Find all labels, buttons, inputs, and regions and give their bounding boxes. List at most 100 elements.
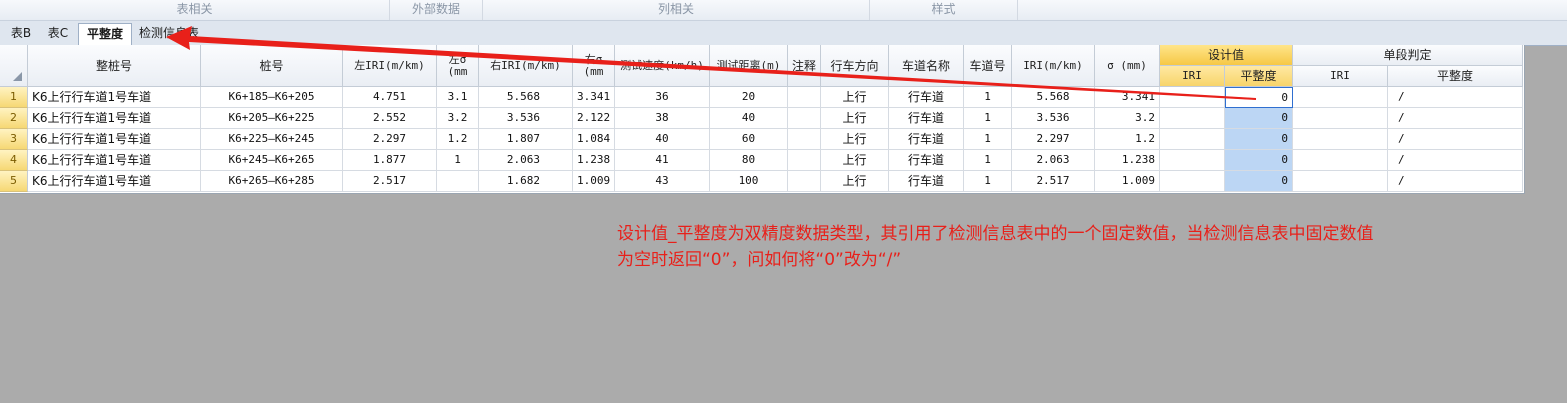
cell-judgment-flatness[interactable]: / <box>1388 108 1523 129</box>
cell-iri[interactable]: 2.297 <box>1012 129 1095 150</box>
ribbon-group-style[interactable]: 样式 <box>870 0 1018 20</box>
cell-right-sigma[interactable]: 3.341 <box>573 87 615 108</box>
ribbon-group-external-data[interactable]: 外部数据 <box>390 0 483 20</box>
header-iri[interactable]: IRI(m/km) <box>1012 45 1095 87</box>
tab-table-c[interactable]: 表C <box>42 23 74 44</box>
cell-design-flatness[interactable]: 0 <box>1225 87 1293 108</box>
cell-sigma[interactable]: 3.2 <box>1095 108 1160 129</box>
header-group-design-value[interactable]: 设计值 <box>1160 45 1293 66</box>
header-zhuanghao[interactable]: 桩号 <box>201 45 343 87</box>
header-left-iri[interactable]: 左IRI(m/km) <box>343 45 437 87</box>
cell-lane-name[interactable]: 行车道 <box>889 171 964 192</box>
cell-right-sigma[interactable]: 1.238 <box>573 150 615 171</box>
cell-left-sigma[interactable]: 1 <box>437 150 479 171</box>
cell-right-sigma[interactable]: 1.009 <box>573 171 615 192</box>
cell-zhuanghao[interactable]: K6+185—K6+205 <box>201 87 343 108</box>
row-number[interactable]: 2 <box>0 108 28 129</box>
cell-judgment-iri[interactable] <box>1293 129 1388 150</box>
cell-test-distance[interactable]: 20 <box>710 87 788 108</box>
cell-zhuanghao[interactable]: K6+225—K6+245 <box>201 129 343 150</box>
cell-judgment-iri[interactable] <box>1293 108 1388 129</box>
cell-sigma[interactable]: 1.238 <box>1095 150 1160 171</box>
header-lane-name[interactable]: 车道名称 <box>889 45 964 87</box>
cell-lane-number[interactable]: 1 <box>964 171 1012 192</box>
cell-design-flatness[interactable]: 0 <box>1225 171 1293 192</box>
header-judgment-flatness[interactable]: 平整度 <box>1388 66 1523 87</box>
cell-remark[interactable] <box>788 171 821 192</box>
cell-right-iri[interactable]: 5.568 <box>479 87 573 108</box>
cell-right-iri[interactable]: 1.682 <box>479 171 573 192</box>
cell-design-flatness[interactable]: 0 <box>1225 108 1293 129</box>
cell-right-iri[interactable]: 1.807 <box>479 129 573 150</box>
cell-lane-name[interactable]: 行车道 <box>889 87 964 108</box>
cell-left-iri[interactable]: 1.877 <box>343 150 437 171</box>
cell-right-sigma[interactable]: 2.122 <box>573 108 615 129</box>
cell-judgment-iri[interactable] <box>1293 171 1388 192</box>
cell-lane-number[interactable]: 1 <box>964 87 1012 108</box>
cell-judgment-iri[interactable] <box>1293 150 1388 171</box>
ribbon-group-table[interactable]: 表相关 <box>0 0 390 20</box>
cell-sigma[interactable]: 3.341 <box>1095 87 1160 108</box>
cell-remark[interactable] <box>788 150 821 171</box>
header-direction[interactable]: 行车方向 <box>821 45 889 87</box>
select-all-corner[interactable] <box>0 45 28 87</box>
cell-judgment-flatness[interactable]: / <box>1388 150 1523 171</box>
cell-left-iri[interactable]: 2.297 <box>343 129 437 150</box>
cell-left-iri[interactable]: 2.517 <box>343 171 437 192</box>
cell-direction[interactable]: 上行 <box>821 129 889 150</box>
tab-table-b[interactable]: 表B <box>6 23 36 44</box>
cell-lane-number[interactable]: 1 <box>964 150 1012 171</box>
cell-judgment-flatness[interactable]: / <box>1388 87 1523 108</box>
cell-remark[interactable] <box>788 129 821 150</box>
cell-iri[interactable]: 3.536 <box>1012 108 1095 129</box>
cell-remark[interactable] <box>788 87 821 108</box>
header-lane-number[interactable]: 车道号 <box>964 45 1012 87</box>
cell-sigma[interactable]: 1.009 <box>1095 171 1160 192</box>
cell-lane-number[interactable]: 1 <box>964 108 1012 129</box>
cell-direction[interactable]: 上行 <box>821 87 889 108</box>
cell-right-iri[interactable]: 2.063 <box>479 150 573 171</box>
header-design-iri[interactable]: IRI <box>1160 66 1225 87</box>
cell-left-iri[interactable]: 2.552 <box>343 108 437 129</box>
cell-test-speed[interactable]: 43 <box>615 171 710 192</box>
cell-lane-name[interactable]: 行车道 <box>889 108 964 129</box>
cell-design-iri[interactable] <box>1160 171 1225 192</box>
cell-test-distance[interactable]: 40 <box>710 108 788 129</box>
cell-right-iri[interactable]: 3.536 <box>479 108 573 129</box>
cell-zhuanghao[interactable]: K6+245—K6+265 <box>201 150 343 171</box>
cell-left-sigma[interactable]: 1.2 <box>437 129 479 150</box>
cell-zhengzhuanghao[interactable]: K6上行行车道1号车道 <box>28 150 201 171</box>
cell-test-distance[interactable]: 100 <box>710 171 788 192</box>
header-remark[interactable]: 注释 <box>788 45 821 87</box>
cell-remark[interactable] <box>788 108 821 129</box>
cell-lane-name[interactable]: 行车道 <box>889 129 964 150</box>
cell-direction[interactable]: 上行 <box>821 171 889 192</box>
cell-left-iri[interactable]: 4.751 <box>343 87 437 108</box>
cell-test-speed[interactable]: 40 <box>615 129 710 150</box>
cell-iri[interactable]: 2.063 <box>1012 150 1095 171</box>
cell-design-iri[interactable] <box>1160 87 1225 108</box>
header-test-speed[interactable]: 测试速度(km/h) <box>615 45 710 87</box>
cell-design-flatness[interactable]: 0 <box>1225 129 1293 150</box>
cell-lane-name[interactable]: 行车道 <box>889 150 964 171</box>
row-number[interactable]: 5 <box>0 171 28 192</box>
tab-flatness[interactable]: 平整度 <box>78 23 132 45</box>
cell-left-sigma[interactable] <box>437 171 479 192</box>
cell-test-distance[interactable]: 80 <box>710 150 788 171</box>
cell-judgment-iri[interactable] <box>1293 87 1388 108</box>
cell-zhengzhuanghao[interactable]: K6上行行车道1号车道 <box>28 87 201 108</box>
header-design-flatness[interactable]: 平整度 <box>1225 66 1293 87</box>
cell-zhengzhuanghao[interactable]: K6上行行车道1号车道 <box>28 108 201 129</box>
cell-iri[interactable]: 2.517 <box>1012 171 1095 192</box>
cell-judgment-flatness[interactable]: / <box>1388 171 1523 192</box>
cell-test-speed[interactable]: 36 <box>615 87 710 108</box>
cell-right-sigma[interactable]: 1.084 <box>573 129 615 150</box>
header-sigma[interactable]: σ (mm) <box>1095 45 1160 87</box>
header-left-sigma[interactable]: 左σ (mm <box>437 45 479 87</box>
cell-left-sigma[interactable]: 3.1 <box>437 87 479 108</box>
cell-zhuanghao[interactable]: K6+205—K6+225 <box>201 108 343 129</box>
header-judgment-iri[interactable]: IRI <box>1293 66 1388 87</box>
cell-direction[interactable]: 上行 <box>821 108 889 129</box>
cell-design-iri[interactable] <box>1160 108 1225 129</box>
cell-test-speed[interactable]: 38 <box>615 108 710 129</box>
